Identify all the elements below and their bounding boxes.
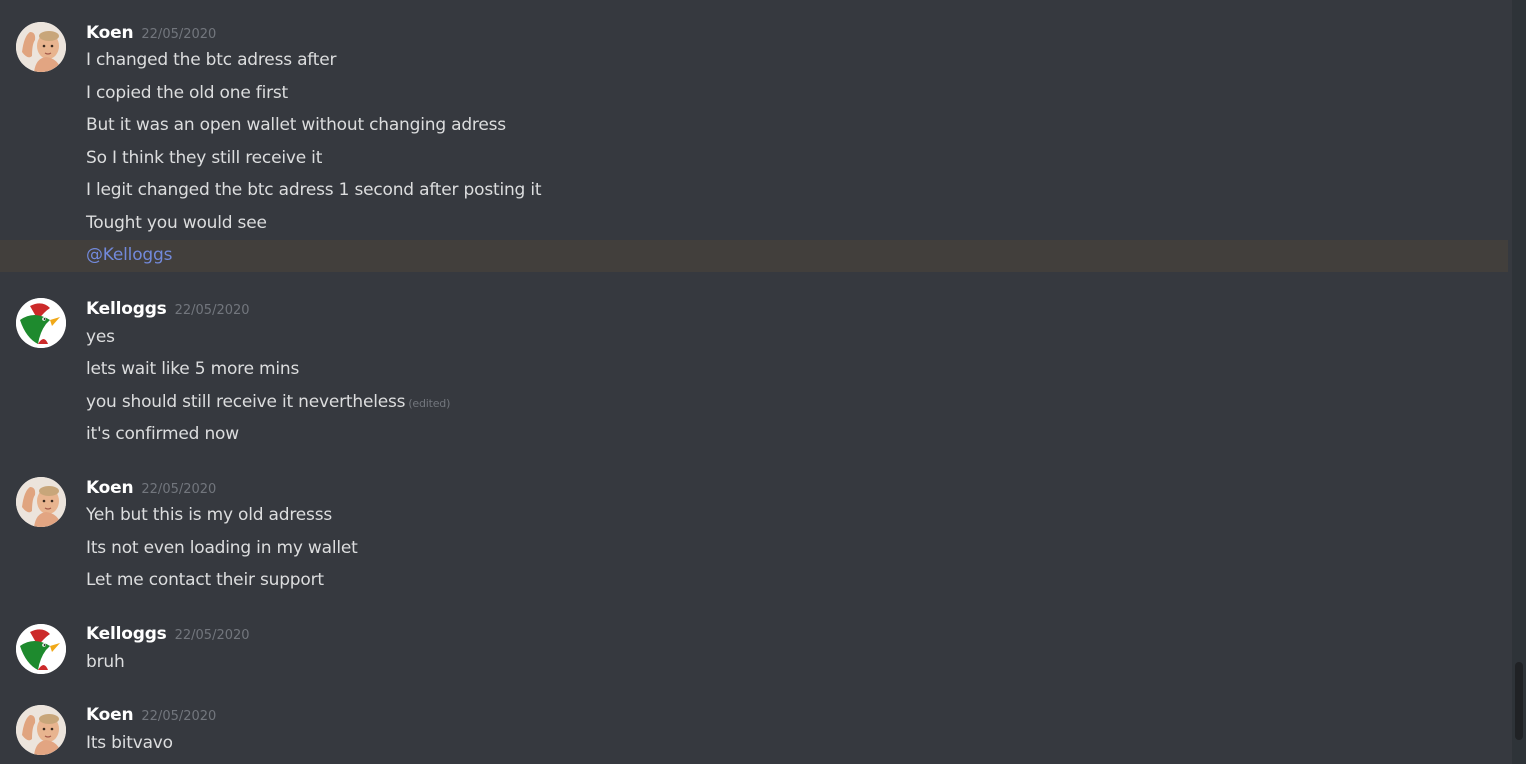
message-header: Koen 22/05/2020 xyxy=(86,478,216,500)
message-text: I changed the btc adress after xyxy=(86,50,337,70)
chat-messages-area: Koen 22/05/2020 I changed the btc adress … xyxy=(0,0,1510,764)
message-text: Let me contact their support xyxy=(86,570,324,590)
mention-highlight-row xyxy=(0,240,1508,272)
message-text: Its not even loading in my wallet xyxy=(86,538,358,558)
message-text: yes xyxy=(86,327,115,347)
message-text: @Kelloggs xyxy=(86,243,172,267)
message-text-edited: you should still receive it nevertheless… xyxy=(86,390,450,414)
message-header: Koen 22/05/2020 xyxy=(86,705,216,727)
user-mention-link[interactable]: @Kelloggs xyxy=(86,245,172,265)
message-text: So I think they still receive it xyxy=(86,148,323,168)
message-timestamp: 22/05/2020 xyxy=(174,628,250,643)
message-text: I legit changed the btc adress 1 second … xyxy=(86,180,542,200)
message-text: it's confirmed now xyxy=(86,424,239,444)
message-text: Tought you would see xyxy=(86,213,267,233)
username[interactable]: Koen xyxy=(86,478,134,498)
kelloggs-avatar-icon[interactable] xyxy=(16,298,66,348)
message-timestamp: 22/05/2020 xyxy=(174,303,250,318)
koen-avatar-icon[interactable] xyxy=(16,22,66,72)
message-group-koen-1: Koen 22/05/2020 I changed the btc adress … xyxy=(0,0,1510,272)
scrollbar-track[interactable] xyxy=(1512,0,1526,764)
message-text: I copied the old one first xyxy=(86,83,289,103)
username[interactable]: Koen xyxy=(86,23,134,43)
username[interactable]: Kelloggs xyxy=(86,299,167,319)
message-text: But it was an open wallet without changi… xyxy=(86,115,506,135)
message-timestamp: 22/05/2020 xyxy=(141,709,217,724)
kelloggs-avatar-icon[interactable] xyxy=(16,624,66,674)
message-text: lets wait like 5 more mins xyxy=(86,359,300,379)
message-text: you should still receive it nevertheless xyxy=(86,392,406,412)
message-text: bruh xyxy=(86,652,125,672)
koen-avatar-icon[interactable] xyxy=(16,477,66,527)
message-header: Kelloggs 22/05/2020 xyxy=(86,299,250,321)
message-timestamp: 22/05/2020 xyxy=(141,27,217,42)
username[interactable]: Koen xyxy=(86,705,134,725)
message-text: Yeh but this is my old adresss xyxy=(86,505,333,525)
edited-label: (edited) xyxy=(408,397,451,410)
koen-avatar-icon[interactable] xyxy=(16,705,66,755)
message-header: Kelloggs 22/05/2020 xyxy=(86,624,250,646)
message-header: Koen 22/05/2020 xyxy=(86,23,216,45)
message-timestamp: 22/05/2020 xyxy=(141,482,217,497)
message-text: Its bitvavo xyxy=(86,733,173,753)
scrollbar-thumb[interactable] xyxy=(1515,662,1523,740)
username[interactable]: Kelloggs xyxy=(86,624,167,644)
